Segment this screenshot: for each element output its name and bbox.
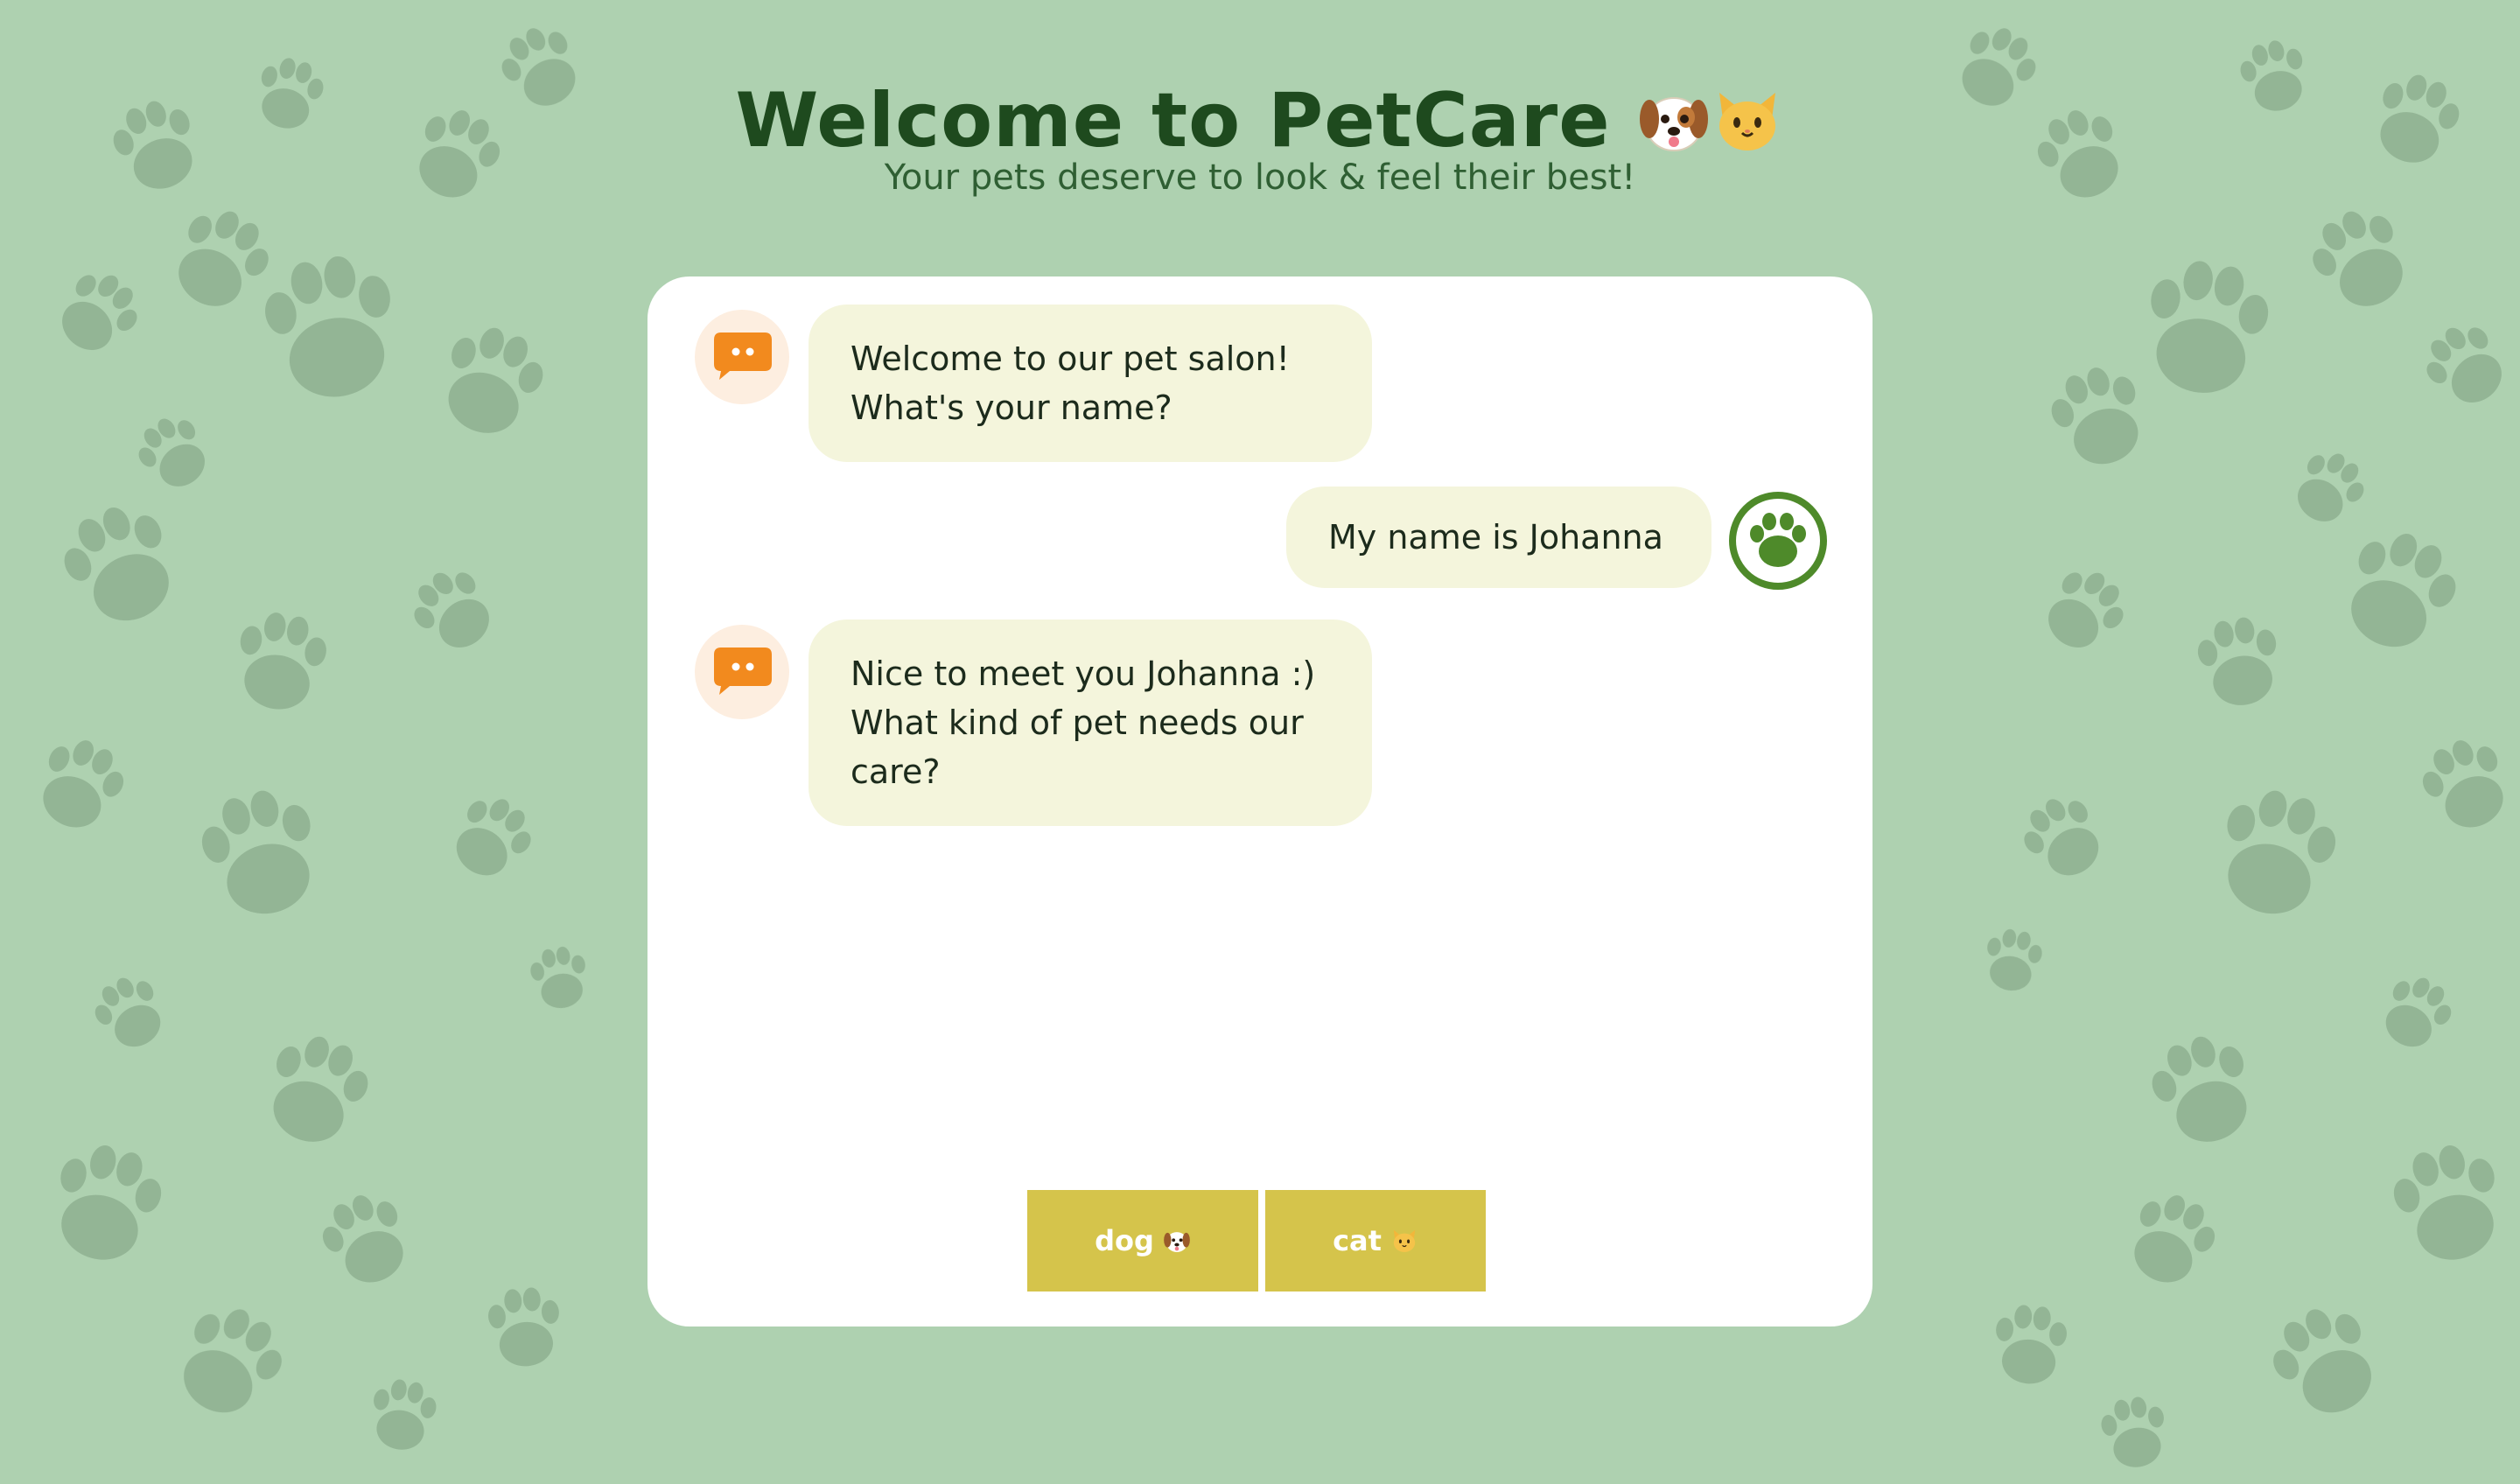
message-line: What's your name? [850,388,1172,427]
paw-print-icon [257,248,406,407]
dog-face-icon [1637,81,1711,169]
bot-avatar [695,310,789,404]
paw-print-icon [128,406,220,500]
message-line: What kind of pet needs our [850,704,1304,742]
message-line: Nice to meet you Johanna :) [850,654,1316,693]
dog-face-icon [1164,1232,1190,1252]
user-message: My name is Johanna [1286,486,1712,588]
paw-print-icon [429,316,554,447]
paw-print-icon [42,1136,171,1271]
chat-window: Welcome to our pet salon! What's your na… [648,276,1872,1326]
paw-print-icon [2283,441,2375,535]
option-label: cat [1333,1224,1382,1257]
paw-print-icon [2136,253,2276,402]
paw-print-icon [2097,1392,2172,1473]
paw-print-icon [2371,967,2461,1059]
option-label: dog [1095,1224,1154,1257]
paw-print-icon [2328,518,2470,664]
page-subtitle: Your pets deserve to look & feel their b… [884,158,1636,198]
paw-print-icon [527,942,592,1013]
paw-print-icon [2141,1025,2266,1156]
cat-option-button[interactable]: cat [1265,1190,1486,1292]
message-line: My name is Johanna [1328,518,1663,556]
chat-bubble-icon [714,648,772,695]
paw-print-icon [192,780,331,927]
bot-message: Welcome to our pet salon! What's your na… [808,304,1372,462]
bot-message: Nice to meet you Johanna :) What kind of… [808,620,1372,826]
cat-face-icon [1711,81,1784,169]
page-title: Welcome to PetCare [0,77,2520,170]
paw-print-icon [46,260,150,366]
cat-face-icon [1393,1229,1416,1252]
paw-print-icon [50,492,192,638]
paw-print-icon [366,1375,440,1455]
paw-icon [1729,492,1827,590]
paw-print-icon [2041,357,2156,477]
paw-print-icon [440,785,543,891]
paw-print-icon [2258,1292,2393,1431]
dog-option-button[interactable]: dog [1027,1190,1258,1292]
paw-print-icon [312,1183,421,1296]
chat-bubble-icon [714,332,772,380]
paw-print-icon [2384,1136,2513,1271]
paw-print-icon [2207,780,2346,927]
message-line: care? [850,752,941,791]
paw-print-icon [162,1292,297,1431]
paw-print-icon [229,606,332,717]
paw-print-icon [2032,557,2137,663]
user-avatar [1727,490,1829,592]
paw-print-icon [158,196,283,323]
paw-print-icon [2413,312,2518,418]
paw-print-icon [2412,728,2520,841]
paw-print-icon [2299,196,2423,323]
paw-print-icon [1992,1302,2069,1387]
paw-print-icon [2012,785,2115,891]
paw-print-icon [486,1284,564,1369]
paw-print-icon [2193,612,2286,712]
paw-print-icon [2117,1183,2226,1296]
paw-print-icon [401,557,506,663]
paw-print-icon [25,728,135,841]
bot-avatar [695,625,789,719]
paw-print-icon [1980,925,2046,996]
title-text: Welcome to PetCare [735,76,1611,164]
paw-print-icon [254,1025,379,1156]
paw-print-icon [85,967,175,1059]
message-line: Welcome to our pet salon! [850,340,1290,378]
